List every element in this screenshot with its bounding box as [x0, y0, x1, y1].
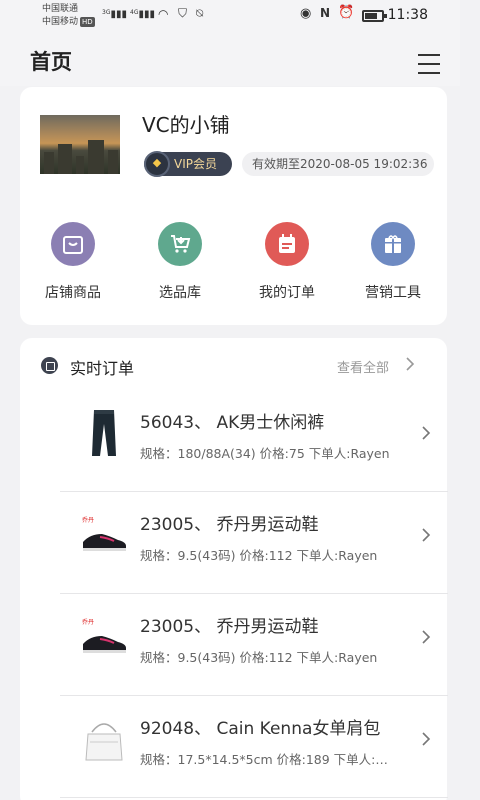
carrier-1: 中国联通	[42, 4, 79, 14]
product-image-sneaker: 乔丹	[80, 510, 128, 560]
order-row[interactable]: 乔丹 23005、 乔丹男运动鞋 规格：9.5(43码) 价格:112 下单人:…	[60, 492, 448, 594]
page-title: 首页	[30, 50, 72, 74]
menu-icon-bar	[418, 63, 440, 65]
chevron-right-icon	[422, 528, 431, 542]
order-spec: 规格：9.5(43码) 价格:112 下单人:Rayen	[140, 548, 378, 563]
orders-section-title: 实时订单	[70, 359, 135, 378]
order-title: 56043、 AK男士休闲裤	[140, 413, 325, 433]
status-bar: 中国联通 中国移动 HD 3G▮▮▮ 4G▮▮▮ ◠ ⛉ ⍉ ◉ N ⏰ 11:3…	[0, 0, 460, 32]
quick-action-shop-products[interactable]: 店铺商品	[23, 222, 123, 302]
quick-action-product-library[interactable]: 选品库	[130, 222, 230, 302]
chevron-right-icon	[422, 630, 431, 644]
cart-download-icon	[158, 222, 202, 266]
svg-text:乔丹: 乔丹	[82, 619, 94, 626]
shield-icon: ⛉	[178, 6, 188, 20]
battery-icon	[362, 10, 387, 22]
menu-button[interactable]	[418, 54, 440, 74]
carrier-2-label: 中国移动	[42, 17, 79, 27]
orders-section-icon	[41, 357, 58, 374]
view-all-link[interactable]: 查看全部	[337, 357, 389, 376]
signal-4g-icon: 4G▮▮▮	[130, 9, 155, 20]
shopping-bag-icon	[51, 222, 95, 266]
vip-label: VIP会员	[174, 157, 217, 171]
hd-badge: HD	[80, 17, 95, 27]
carrier-2: 中国移动 HD	[42, 16, 95, 28]
vip-badge[interactable]: ◆ VIP会员	[144, 151, 232, 177]
membership-expiry: 有效期至2020-08-05 19:02:36	[242, 152, 434, 176]
order-spec: 规格：17.5*14.5*5cm 价格:189 下单人:Rayen	[140, 752, 392, 767]
chevron-right-icon	[422, 426, 431, 440]
product-image-pants	[80, 408, 128, 458]
order-calendar-icon	[265, 222, 309, 266]
quick-action-label: 店铺商品	[45, 285, 101, 301]
signal-3g-label: 3G	[102, 9, 111, 16]
signal-4g-label: 4G	[130, 9, 139, 16]
order-title: 92048、 Cain Kenna女单肩包	[140, 719, 381, 739]
signal-3g-icon: 3G▮▮▮	[102, 9, 127, 20]
product-image-sneaker: 乔丹	[80, 612, 128, 662]
chevron-right-icon[interactable]	[404, 355, 416, 373]
menu-icon	[418, 54, 440, 56]
shop-avatar[interactable]	[40, 115, 120, 174]
nfc-icon: N	[320, 6, 331, 20]
search-status-icon: ⍉	[196, 6, 204, 20]
order-title: 23005、 乔丹男运动鞋	[140, 617, 319, 637]
svg-text:乔丹: 乔丹	[82, 517, 94, 524]
alarm-icon: ⏰	[338, 5, 355, 20]
chevron-right-icon	[422, 732, 431, 746]
quick-action-label: 营销工具	[365, 285, 421, 301]
eye-icon: ◉	[300, 6, 312, 21]
gift-icon	[371, 222, 415, 266]
quick-action-label: 我的订单	[259, 285, 315, 301]
wifi-icon: ◠	[158, 7, 169, 21]
shop-card: VC的小铺 ◆ VIP会员 有效期至2020-08-05 19:02:36 店铺…	[20, 87, 447, 325]
order-row[interactable]: 92048、 Cain Kenna女单肩包 规格：17.5*14.5*5cm 价…	[60, 696, 448, 798]
order-row[interactable]: 乔丹 23005、 乔丹男运动鞋 规格：9.5(43码) 价格:112 下单人:…	[60, 594, 448, 696]
diamond-icon: ◆	[144, 151, 170, 177]
quick-action-my-orders[interactable]: 我的订单	[237, 222, 337, 302]
quick-action-marketing-tools[interactable]: 营销工具	[343, 222, 443, 302]
realtime-orders-card: 实时订单 查看全部 56043、 AK男士休闲裤 规格：180/88A(34) …	[20, 338, 448, 800]
status-time: 11:38	[387, 7, 428, 23]
menu-icon-bar	[418, 72, 440, 74]
order-row[interactable]: 56043、 AK男士休闲裤 规格：180/88A(34) 价格:75 下单人:…	[60, 390, 448, 492]
shop-name: VC的小铺	[142, 113, 230, 137]
product-image-handbag	[80, 714, 128, 764]
order-spec: 规格：180/88A(34) 价格:75 下单人:Rayen	[140, 446, 390, 461]
order-title: 23005、 乔丹男运动鞋	[140, 515, 319, 535]
order-spec: 规格：9.5(43码) 价格:112 下单人:Rayen	[140, 650, 378, 665]
quick-action-label: 选品库	[159, 285, 201, 301]
header: 首页	[0, 32, 460, 86]
